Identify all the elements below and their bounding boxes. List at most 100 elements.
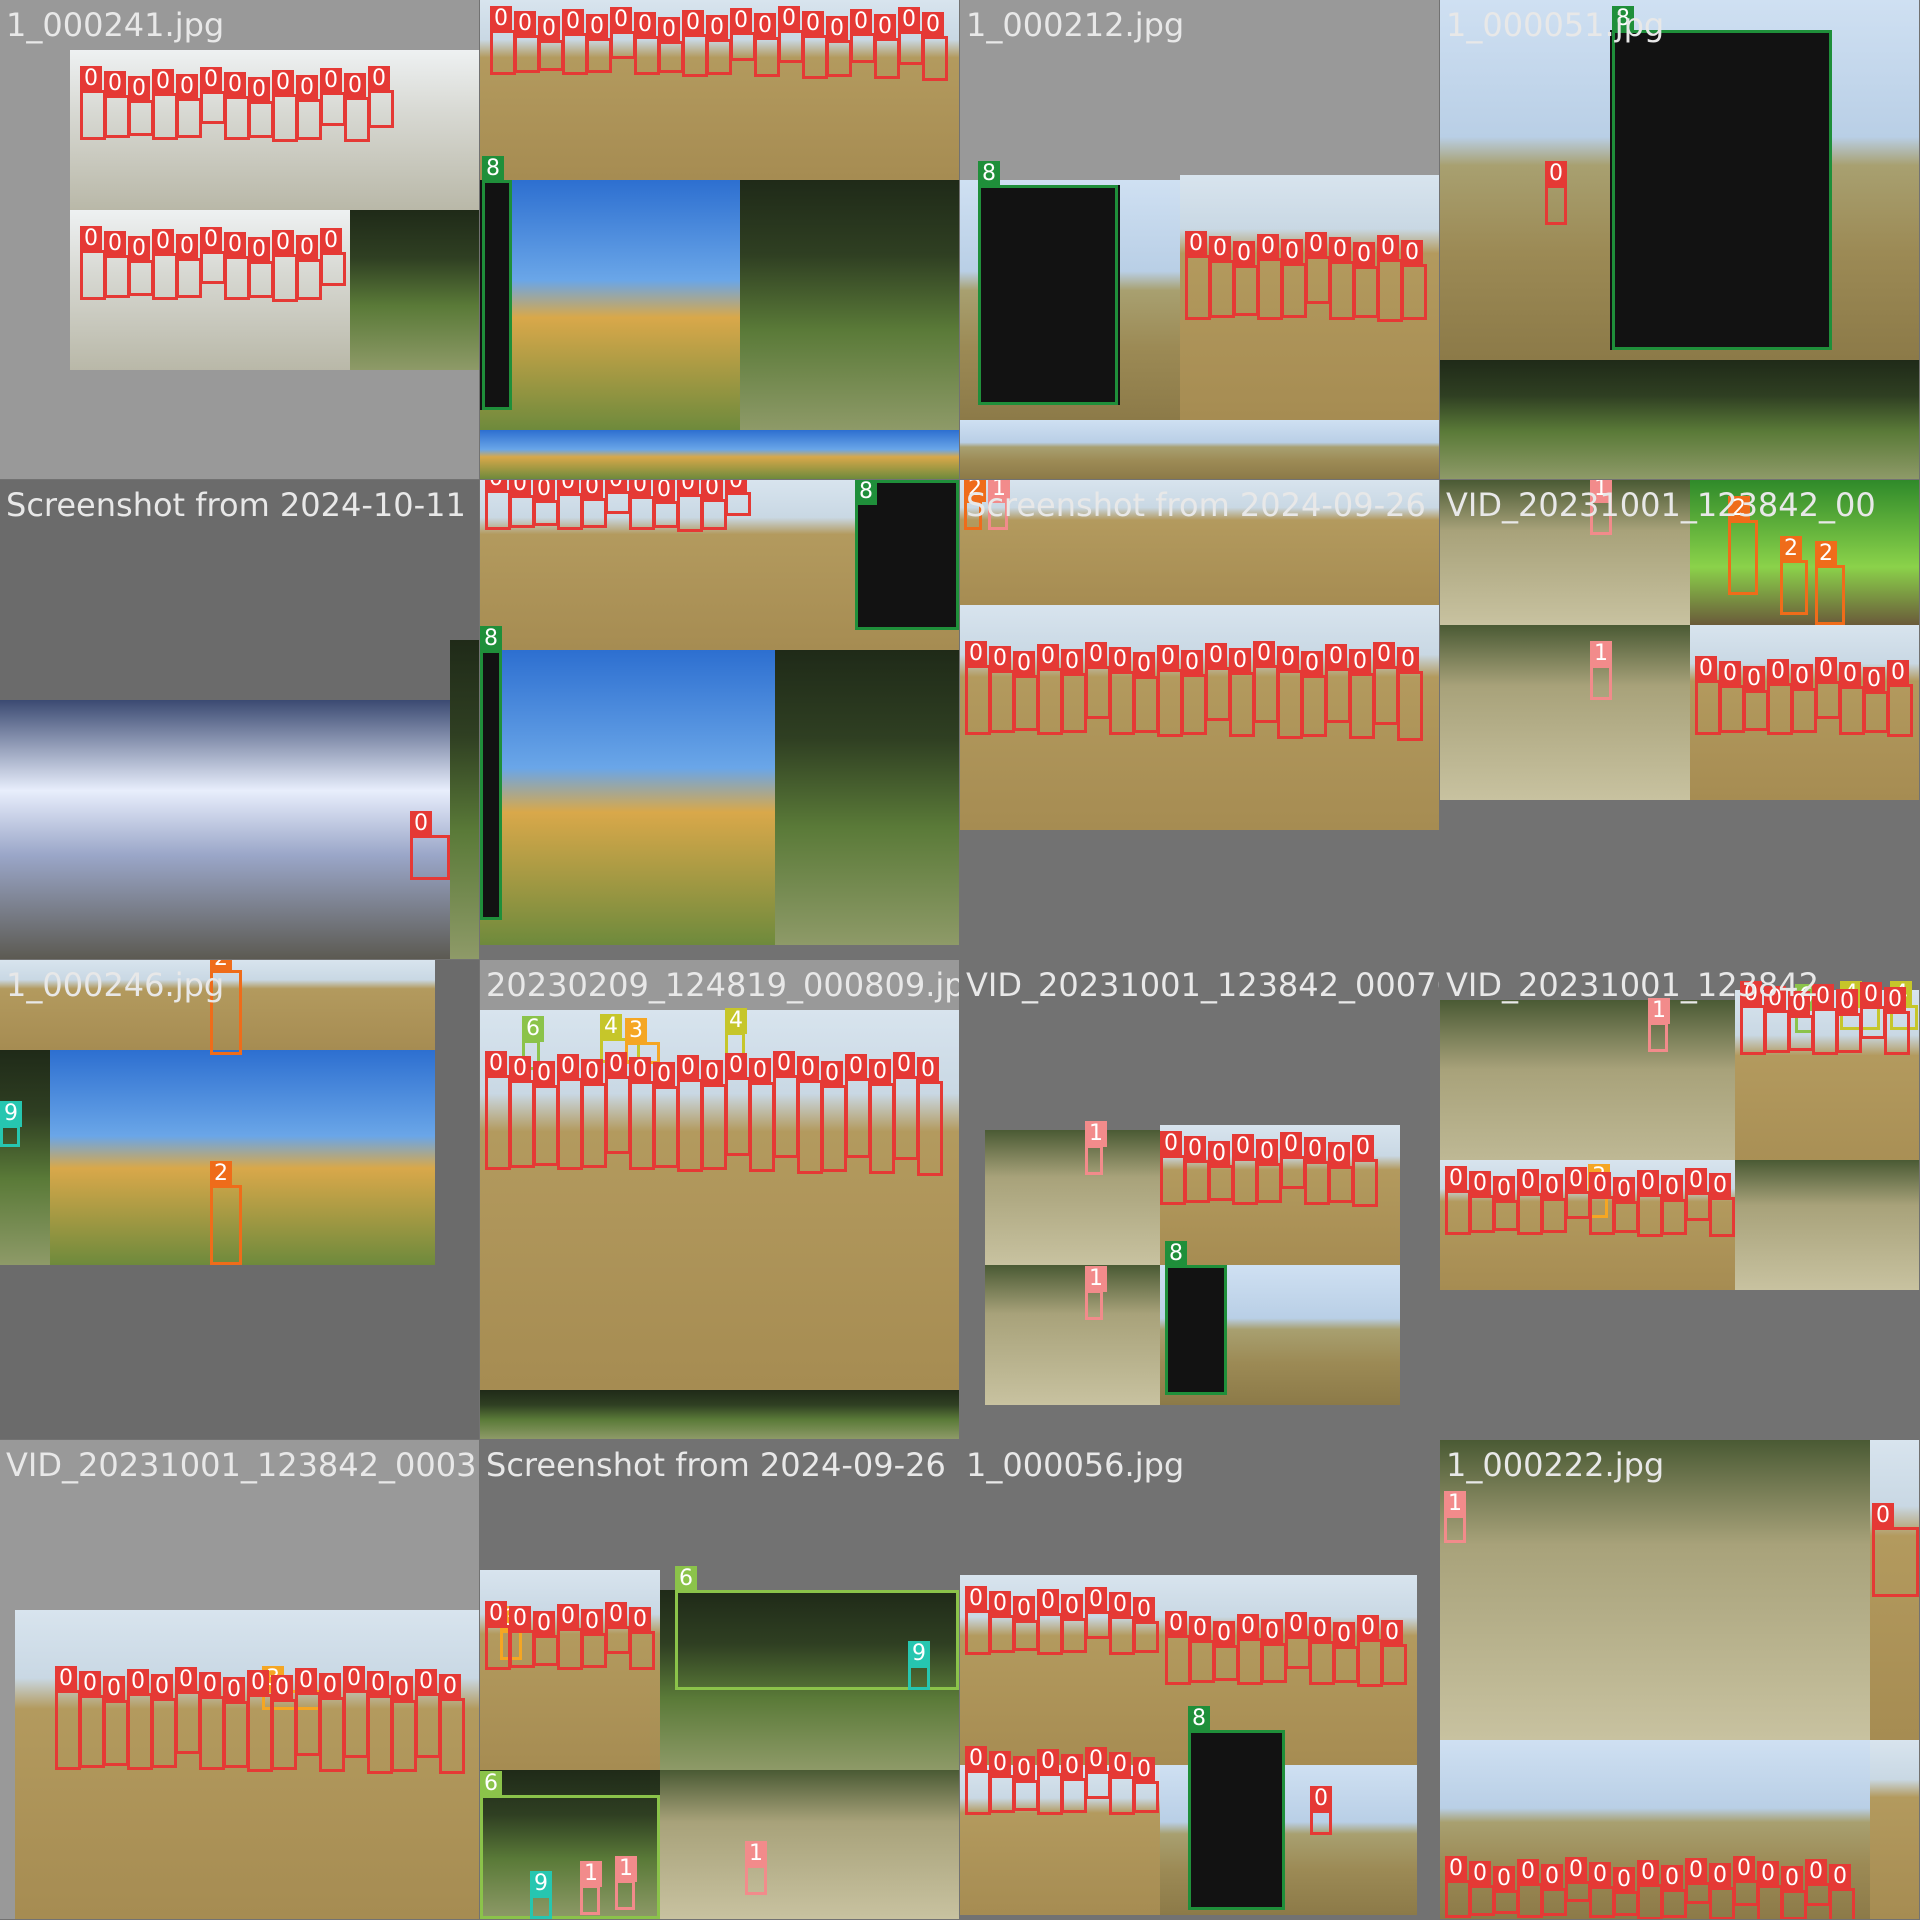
bounding-box: 0 [677,1055,703,1172]
class-label: 0 [296,75,318,101]
class-label: 0 [368,66,390,92]
class-label: 0 [509,1056,531,1082]
bounding-box: 0 [581,1609,607,1668]
class-label: 0 [821,1061,843,1087]
photo [350,210,479,370]
mosaic-cell: 1_000212.jpg 8 0000000000 [960,0,1439,479]
class-label: 0 [1181,650,1203,676]
bounding-box: 0 [80,226,106,300]
mosaic-cell: VID_20231001_123842_000764.jpg 8 1 1 000… [960,960,1439,1439]
class-label: 0 [1661,1865,1683,1891]
class-label: 0 [1860,982,1882,1008]
mosaic-cell: VID_20231001_123842_000371.jpg 3 0000000… [0,1440,479,1919]
class-label: 0 [1013,1596,1035,1622]
class-label: 0 [1352,1135,1374,1161]
photo [480,430,959,479]
class-label: 0 [1836,989,1858,1015]
class-label: 0 [176,234,198,260]
class-label: 0 [1377,235,1399,261]
bounding-box: 0 [224,72,250,140]
class-label: 0 [706,15,728,41]
bounding-box: 0 [223,1677,249,1768]
bounding-box: 0 [1333,1622,1359,1683]
class-label: 0 [1589,1172,1611,1198]
bounding-box: 0 [1812,984,1838,1055]
class-label: 0 [1517,1169,1539,1195]
bounding-box: 0 [1740,981,1766,1055]
bounding-box: 0 [1565,1167,1591,1219]
bounding-box: 0 [581,480,607,528]
mosaic-grid: 1_000241.jpg 000000000000000000000000 8 … [0,0,1920,1920]
class-label: 0 [200,227,222,253]
bounding-box: 1 [1085,1121,1107,1175]
class-label: 0 [1185,231,1207,257]
bounding-box: 1 [615,1856,637,1910]
bounding-box: 0 [533,1061,559,1166]
class-label: 1 [1444,1491,1466,1517]
class-label: 0 [224,232,246,258]
bounding-box: 0 [1469,1171,1495,1233]
bounding-box: 0 [826,16,852,77]
bounding-box: 0 [1329,237,1355,320]
mosaic-cell: 1_000056.jpg 8 0 00000000000000000000000… [960,1440,1439,1919]
bounding-box: 0 [1304,1137,1330,1205]
bounding-box: 0 [1791,664,1817,733]
image-filename: Screenshot from 2024-09-26 14-35-59.png [486,1446,959,1484]
class-label: 0 [1309,1617,1331,1643]
bounding-box: 0 [271,1675,297,1770]
class-label: 0 [1237,1614,1259,1640]
bounding-box: 0 [1281,239,1307,318]
class-label: 0 [224,72,246,98]
class-label: 0 [176,74,198,100]
bounding-box: 0 [869,1059,895,1174]
class-label: 0 [1061,1594,1083,1620]
class-label: 0 [581,1609,603,1635]
image-filename: 1_000056.jpg [966,1446,1185,1484]
class-label: 0 [320,68,342,94]
class-label: 0 [1333,1622,1355,1648]
class-label: 8 [1188,1706,1210,1732]
class-label: 0 [725,1053,747,1079]
bounding-box: 0 [1309,1617,1335,1685]
mosaic-cell: VID_20231001_123842_00 1 1 2 2 2 0000000… [1440,480,1919,959]
bounding-box: 0 [1589,1862,1615,1918]
bounding-box: 0 [127,1669,153,1770]
class-label: 0 [514,11,536,37]
class-label: 4 [600,1014,622,1040]
bounding-box: 0 [272,230,298,302]
bounding-box: 1 [1444,1491,1466,1543]
class-label: 0 [1565,1857,1587,1883]
class-label: 0 [1589,1862,1611,1888]
class-label: 0 [391,1676,413,1702]
class-label: 3 [625,1018,647,1044]
class-label: 0 [1791,664,1813,690]
bounding-box: 0 [1257,234,1283,320]
bounding-box: 1 [1648,998,1670,1052]
class-label: 0 [415,1669,437,1695]
bounding-box: 0 [1133,1757,1159,1813]
photo [480,1390,959,1439]
class-label: 0 [344,73,366,99]
bounding-box: 0 [1493,1866,1519,1914]
bounding-box: 0 [1839,662,1865,735]
bounding-box: 0 [706,15,732,75]
bounding-box: 0 [1133,1597,1159,1653]
class-label: 0 [1285,1612,1307,1638]
bounding-box: 0 [1325,644,1351,723]
bounding-box: 8 [1188,1706,1285,1910]
bounding-box: 0 [248,77,274,138]
bounding-box: 0 [989,646,1015,733]
bounding-box: 0 [701,480,727,530]
class-label: 0 [1829,1864,1851,1890]
bounding-box: 0 [1613,1867,1639,1916]
class-label: 0 [367,1671,389,1697]
bounding-box: 0 [1377,235,1403,322]
class-label: 0 [1709,1173,1731,1199]
bounding-box: 2 [210,1161,242,1265]
photo [775,650,959,945]
class-label: 0 [1085,1747,1107,1773]
bounding-box: 0 [1733,1856,1759,1906]
bounding-box: 0 [320,228,346,286]
class-label: 6 [522,1016,544,1042]
class-label: 0 [605,1052,627,1078]
